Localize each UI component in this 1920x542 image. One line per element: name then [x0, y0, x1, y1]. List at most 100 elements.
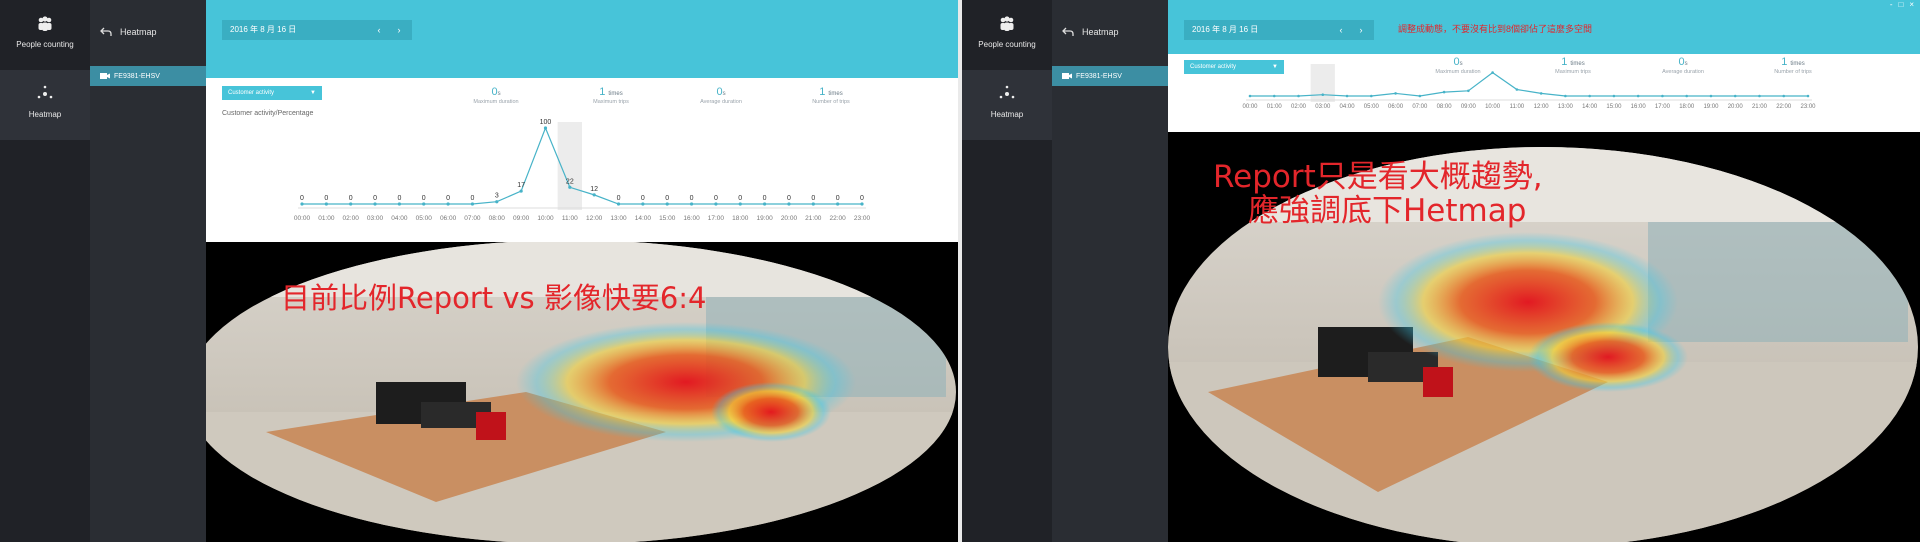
report-panel: Customer activity ▼ 0s Maximum duration …: [1168, 54, 1920, 132]
x-tick-label: 17:00: [708, 215, 725, 222]
x-tick-label: 01:00: [1267, 104, 1283, 110]
data-point: [1272, 94, 1276, 98]
data-point: [349, 202, 353, 206]
data-label: 22: [566, 178, 574, 185]
nav-rail: People counting Heatmap: [0, 0, 90, 542]
annotation-text-line2: 應強調底下Hetmap: [1248, 193, 1527, 229]
data-label: 17: [517, 182, 525, 189]
data-label: 0: [665, 195, 669, 202]
sidebar-title: Heatmap: [120, 27, 157, 37]
data-label: 0: [446, 195, 450, 202]
data-point: [714, 202, 718, 206]
x-tick-label: 00:00: [1242, 104, 1258, 110]
report-panel: Customer activity ▼ 0s Maximum duration …: [206, 78, 958, 242]
data-point: [1515, 88, 1519, 91]
camera-name: FE9381-EHSV: [114, 72, 160, 80]
x-tick-label: 20:00: [1728, 104, 1744, 110]
x-tick-label: 19:00: [1703, 104, 1719, 110]
nav-item-heatmap[interactable]: Heatmap: [962, 70, 1052, 140]
activity-line-chart-compact: 00:00 01:00 02:00 03:00 04:00 05:00 06:00 07:00…: [1242, 64, 1816, 110]
back-to-heatmap[interactable]: Heatmap: [1052, 18, 1168, 46]
window-controls: - □ ×: [1890, 0, 1920, 12]
x-tick-label: 12:00: [1534, 104, 1550, 110]
data-point: [300, 202, 304, 206]
x-tick-label: 05:00: [416, 215, 433, 222]
x-tick-label: 12:00: [586, 215, 603, 222]
x-tick-label: 10:00: [1485, 104, 1501, 110]
x-tick-label: 08:00: [489, 215, 506, 222]
minimize-button[interactable]: -: [1890, 0, 1893, 12]
data-point: [592, 193, 596, 197]
date-selector[interactable]: 2016 年 8 月 16 日 ‹ ›: [222, 20, 412, 40]
camera-item[interactable]: FE9381-EHSV: [90, 66, 206, 86]
heatmap-icon: [37, 85, 53, 99]
x-tick-label: 22:00: [1776, 104, 1792, 110]
data-label: 0: [397, 195, 401, 202]
highlight-column: [1310, 64, 1335, 102]
x-tick-label: 14:00: [1582, 104, 1598, 110]
data-label: 0: [811, 195, 815, 202]
data-point: [495, 200, 499, 204]
data-label: 0: [641, 195, 645, 202]
data-point: [1661, 94, 1664, 98]
x-tick-label: 23:00: [1800, 104, 1816, 110]
prev-day-button[interactable]: ‹: [1332, 20, 1350, 40]
x-tick-label: 03:00: [367, 215, 384, 222]
data-point: [1491, 71, 1494, 74]
data-label: 0: [300, 195, 304, 202]
x-tick-label: 11:00: [562, 215, 578, 222]
next-day-button[interactable]: ›: [390, 20, 408, 40]
data-point: [1467, 89, 1470, 93]
annotation-text: 目前比例Report vs 影像快要6:4: [281, 281, 707, 315]
data-label: 100: [540, 119, 552, 126]
data-label: 0: [787, 195, 791, 202]
data-label: 0: [738, 195, 742, 202]
date-text: 2016 年 8 月 16 日: [230, 25, 297, 34]
camera-icon: [1062, 73, 1072, 79]
x-tick-label: 20:00: [781, 215, 798, 222]
fisheye-camera-view: Report只是看大概趨勢, 應強調底下Hetmap: [1168, 132, 1920, 542]
data-point: [1297, 94, 1300, 98]
data-label: 0: [690, 195, 694, 202]
back-arrow-icon: [1062, 27, 1074, 36]
x-tick-label: 00:00: [294, 215, 311, 222]
x-tick-label: 16:00: [683, 215, 700, 222]
data-label: 0: [324, 195, 328, 202]
x-tick-label: 21:00: [1752, 104, 1768, 110]
nav-item-label: Heatmap: [28, 110, 62, 119]
data-label: 0: [373, 195, 377, 202]
data-point: [860, 202, 864, 206]
x-tick-label: 18:00: [732, 215, 749, 222]
data-label: 12: [590, 186, 598, 193]
x-tick-label: 18:00: [1679, 104, 1695, 110]
x-tick-label: 06:00: [1388, 104, 1404, 110]
data-label: 0: [714, 195, 718, 202]
maximize-button[interactable]: □: [1898, 0, 1903, 12]
x-tick-label: 10:00: [537, 215, 554, 222]
camera-name: FE9381-EHSV: [1076, 72, 1122, 80]
data-point: [470, 202, 475, 206]
data-point: [1248, 94, 1252, 98]
x-tick-label: 21:00: [805, 215, 822, 222]
nav-item-people-counting[interactable]: People counting: [0, 0, 90, 70]
back-to-heatmap[interactable]: Heatmap: [90, 18, 206, 46]
data-label: 0: [349, 195, 353, 202]
data-point: [1564, 94, 1567, 98]
camera-item[interactable]: FE9381-EHSV: [1052, 66, 1168, 86]
x-tick-label: 07:00: [464, 215, 481, 222]
data-point: [519, 189, 523, 193]
data-point: [1418, 94, 1422, 98]
data-point: [836, 202, 840, 206]
date-selector[interactable]: 2016 年 8 月 16 日 ‹ ›: [1184, 20, 1374, 40]
next-day-button[interactable]: ›: [1352, 20, 1370, 40]
data-point: [1321, 93, 1325, 96]
nav-item-label: Heatmap: [990, 110, 1024, 119]
prev-day-button[interactable]: ‹: [370, 20, 388, 40]
x-tick-label: 05:00: [1364, 104, 1380, 110]
sidebar-title: Heatmap: [1082, 27, 1119, 37]
x-tick-label: 17:00: [1655, 104, 1671, 110]
nav-item-heatmap[interactable]: Heatmap: [0, 70, 90, 140]
x-tick-label: 19:00: [756, 215, 773, 222]
nav-item-people-counting[interactable]: People counting: [962, 0, 1052, 70]
close-button[interactable]: ×: [1909, 0, 1914, 12]
